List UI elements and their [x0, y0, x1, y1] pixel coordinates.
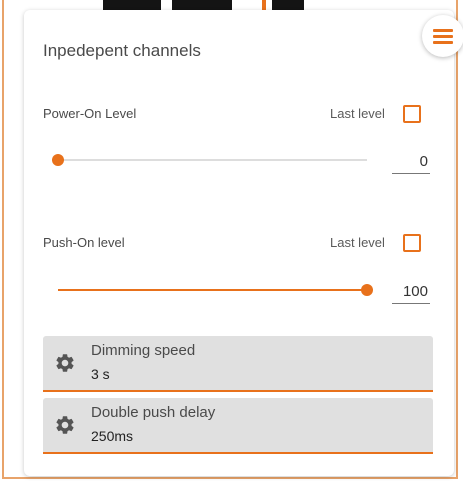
slider-thumb[interactable]: [52, 154, 64, 166]
gear-icon: [56, 416, 74, 434]
setting-value: 250ms: [91, 428, 134, 444]
slider-thumb[interactable]: [361, 284, 373, 296]
push-on-label: Push-On level: [43, 235, 125, 250]
gear-icon: [56, 354, 74, 372]
push-on-last-level-checkbox[interactable]: [403, 234, 421, 252]
power-on-value-field[interactable]: 0: [392, 150, 430, 174]
setting-label: Dimming speed: [91, 342, 196, 359]
power-on-last-level-checkbox[interactable]: [403, 105, 421, 123]
dimming-speed-field[interactable]: Dimming speed 3 s: [43, 336, 433, 392]
power-on-slider[interactable]: [52, 153, 367, 167]
hamburger-menu-icon: [433, 28, 453, 44]
push-on-slider[interactable]: [58, 283, 373, 297]
slider-fill: [58, 289, 367, 291]
slider-rail: [58, 159, 367, 161]
push-on-value-field[interactable]: 100: [392, 280, 430, 304]
setting-value: 3 s: [91, 366, 110, 382]
menu-button[interactable]: [422, 15, 463, 57]
double-push-delay-field[interactable]: Double push delay 250ms: [43, 398, 433, 454]
push-on-last-level-label: Last level: [330, 235, 385, 250]
power-on-last-level-label: Last level: [330, 106, 385, 121]
power-on-label: Power-On Level: [43, 106, 137, 121]
page-title: Inpedepent channels: [43, 41, 201, 60]
setting-label: Double push delay: [91, 404, 216, 421]
